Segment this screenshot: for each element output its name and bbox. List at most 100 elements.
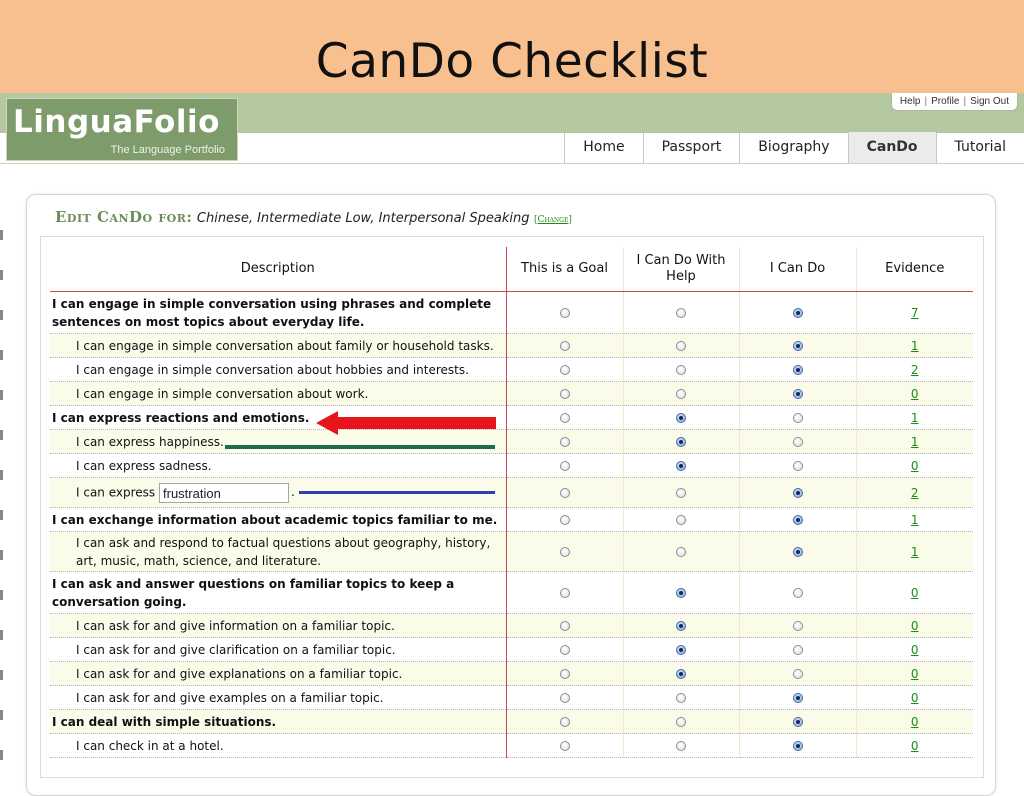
with-help-radio-cell [622, 333, 739, 358]
evidence-link[interactable]: 2 [911, 363, 919, 377]
can-do-radio[interactable] [792, 669, 803, 679]
goal-radio[interactable] [559, 645, 570, 655]
row-description-text: I can ask for and give clarification on … [76, 642, 396, 657]
can-do-radio[interactable] [792, 413, 803, 423]
tab-biography[interactable]: Biography [739, 133, 848, 163]
help-link[interactable]: Help [896, 96, 925, 107]
goal-radio[interactable] [559, 341, 570, 351]
with-help-radio[interactable] [676, 717, 686, 727]
with-help-radio[interactable] [676, 461, 686, 471]
can-do-radio[interactable] [792, 488, 803, 498]
can-do-radio[interactable] [792, 621, 803, 631]
can-do-radio[interactable] [792, 461, 803, 471]
goal-radio[interactable] [559, 437, 570, 447]
with-help-radio[interactable] [676, 741, 686, 751]
goal-radio[interactable] [559, 669, 570, 679]
with-help-radio[interactable] [676, 645, 686, 655]
can-do-radio[interactable] [792, 547, 803, 557]
can-do-radio[interactable] [792, 645, 803, 655]
evidence-cell: 2 [855, 357, 973, 382]
can-do-radio[interactable] [792, 693, 803, 703]
change-link[interactable]: Change [537, 215, 568, 225]
cando-row: I can check in at a hotel. 0 [50, 733, 973, 758]
with-help-radio[interactable] [676, 588, 686, 598]
goal-radio[interactable] [559, 741, 570, 751]
evidence-link[interactable]: 0 [911, 739, 919, 753]
goal-radio[interactable] [559, 488, 570, 498]
goal-radio[interactable] [559, 308, 570, 318]
cando-row: I can engage in simple conversation usin… [50, 291, 973, 334]
evidence-link[interactable]: 0 [911, 715, 919, 729]
can-do-radio[interactable] [792, 365, 803, 375]
linguafolio-logo[interactable]: LinguaFolio The Language Portfolio [6, 98, 238, 161]
tab-cando[interactable]: CanDo [847, 132, 936, 163]
can-do-radio[interactable] [792, 341, 803, 351]
can-do-radio-cell [738, 357, 856, 382]
evidence-link[interactable]: 0 [911, 643, 919, 657]
goal-radio-cell [505, 571, 623, 614]
row-description-text: I can ask for and give explanations on a… [76, 666, 403, 681]
row-description: I can exchange information about academi… [50, 507, 507, 532]
row-description-text: I can check in at a hotel. [76, 738, 224, 753]
evidence-link[interactable]: 2 [911, 486, 919, 500]
can-do-radio[interactable] [792, 741, 803, 751]
row-description: I can deal with simple situations. [50, 709, 507, 734]
sign-out-link[interactable]: Sign Out [966, 96, 1013, 107]
cando-row: I can ask for and give information on a … [50, 613, 973, 638]
goal-radio[interactable] [559, 717, 570, 727]
evidence-link[interactable]: 0 [911, 459, 919, 473]
with-help-radio[interactable] [676, 693, 686, 703]
goal-radio[interactable] [559, 693, 570, 703]
evidence-link[interactable]: 0 [911, 586, 919, 600]
tab-home[interactable]: Home [564, 133, 643, 163]
can-do-radio[interactable] [792, 515, 803, 525]
profile-link[interactable]: Profile [927, 96, 963, 107]
can-do-radio[interactable] [792, 437, 803, 447]
with-help-radio[interactable] [676, 621, 686, 631]
emotion-input[interactable]: frustration [159, 482, 289, 503]
evidence-link[interactable]: 0 [911, 619, 919, 633]
evidence-link[interactable]: 1 [911, 339, 919, 353]
with-help-radio[interactable] [676, 341, 686, 351]
cando-row: I can express sadness. 0 [50, 453, 973, 478]
evidence-cell: 0 [855, 571, 973, 614]
tab-passport[interactable]: Passport [642, 133, 740, 163]
with-help-radio[interactable] [676, 515, 686, 525]
goal-radio[interactable] [559, 365, 570, 375]
can-do-radio[interactable] [792, 389, 803, 399]
goal-radio[interactable] [559, 621, 570, 631]
goal-radio[interactable] [559, 515, 570, 525]
evidence-cell: 1 [855, 507, 973, 532]
goal-radio[interactable] [559, 413, 570, 423]
row-description-text: I can engage in simple conversation abou… [76, 386, 369, 401]
evidence-link[interactable]: 0 [911, 387, 919, 401]
goal-radio[interactable] [559, 461, 570, 471]
can-do-radio-cell [738, 291, 856, 334]
can-do-radio[interactable] [792, 308, 803, 318]
with-help-radio[interactable] [676, 308, 686, 318]
goal-radio[interactable] [559, 588, 570, 598]
with-help-radio[interactable] [676, 547, 686, 557]
evidence-link[interactable]: 1 [911, 545, 919, 559]
evidence-link[interactable]: 1 [911, 411, 919, 425]
evidence-link[interactable]: 0 [911, 667, 919, 681]
with-help-radio[interactable] [676, 669, 686, 679]
cando-table: Description This is a Goal I Can Do With… [50, 247, 973, 758]
with-help-radio[interactable] [676, 413, 686, 423]
evidence-cell: 0 [855, 613, 973, 638]
with-help-radio[interactable] [676, 365, 686, 375]
with-help-radio-cell [622, 571, 739, 614]
evidence-link[interactable]: 1 [911, 435, 919, 449]
evidence-link[interactable]: 7 [911, 306, 919, 320]
evidence-link[interactable]: 1 [911, 513, 919, 527]
with-help-radio[interactable] [676, 437, 686, 447]
can-do-radio-cell [738, 531, 856, 572]
with-help-radio[interactable] [676, 389, 686, 399]
goal-radio[interactable] [559, 547, 570, 557]
can-do-radio[interactable] [792, 588, 803, 598]
tab-tutorial[interactable]: Tutorial [935, 133, 1024, 163]
evidence-link[interactable]: 0 [911, 691, 919, 705]
with-help-radio[interactable] [676, 488, 686, 498]
goal-radio[interactable] [559, 389, 570, 399]
can-do-radio[interactable] [792, 717, 803, 727]
